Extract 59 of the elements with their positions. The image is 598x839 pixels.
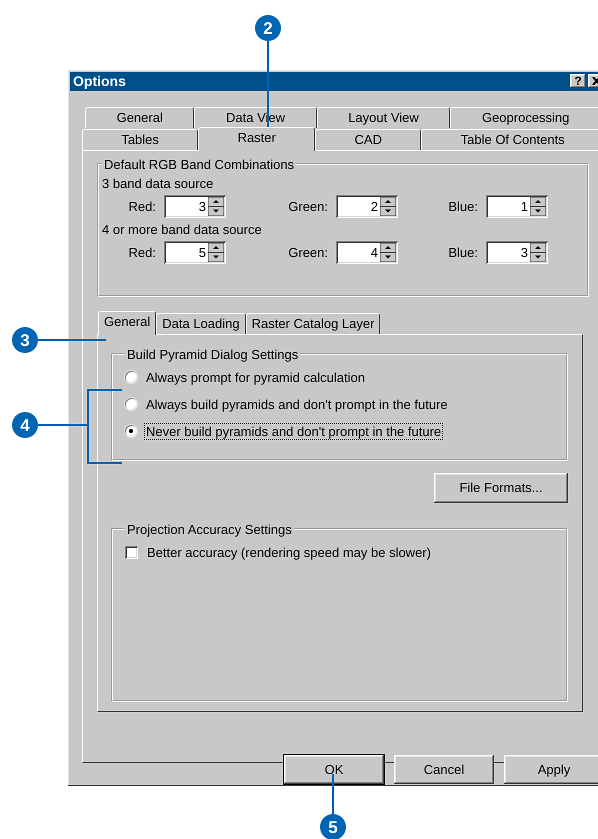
spinner-arrows[interactable] [380,196,396,216]
dialog-button[interactable]: Apply [504,755,598,784]
file-formats-button[interactable]: File Formats... [434,472,568,503]
field-label: Green: [288,198,328,214]
spinner-arrows[interactable] [530,242,546,262]
spinner-arrows[interactable] [208,242,224,262]
help-button[interactable]: ? [570,74,586,88]
radio-button[interactable] [125,398,137,410]
spin-field[interactable]: 2 [336,194,398,218]
field-label: Blue: [447,198,478,214]
field-value: 3 [198,198,207,216]
spinner-arrows[interactable] [530,196,546,216]
leader-line [332,774,334,814]
field-value: 2 [370,198,379,216]
tab[interactable]: Tables [82,128,198,150]
dialog-button[interactable]: Cancel [394,755,494,784]
field-label: Red: [128,198,156,214]
callout-number: 2 [255,15,281,41]
tab[interactable]: Data Loading [156,312,246,334]
spin-field[interactable]: 4 [336,240,398,264]
spin-field[interactable]: 3 [486,240,548,264]
window-title: Options [73,73,127,90]
spin-field[interactable]: 5 [164,240,226,264]
option-label[interactable]: Always build pyramids and don't prompt in the future [145,396,449,412]
tab[interactable]: Geoprocessing [450,106,598,128]
checkbox[interactable] [125,546,138,559]
radio-button[interactable] [125,425,137,438]
spin-field[interactable]: 3 [164,194,226,218]
group-title: Projection Accuracy Settings [126,522,293,537]
field-value: 1 [520,198,529,216]
callout-number: 3 [12,327,38,353]
field-label: Blue: [447,244,478,260]
tab[interactable]: Layout View [316,106,450,128]
field-value: 3 [520,244,529,262]
dialog-button[interactable]: OK [284,755,384,784]
field-label: Red: [128,244,156,260]
tab[interactable]: Table Of Contents [421,128,598,150]
tab[interactable]: General [85,106,194,128]
spinner-arrows[interactable] [380,242,396,262]
callout-number: 4 [12,412,38,438]
option-label[interactable]: Never build pyramids and don't prompt in the future [145,424,442,439]
callout-number: 5 [320,814,346,839]
field-label: Green: [288,244,328,260]
tab[interactable]: Raster Catalog Layer [246,312,380,334]
tab[interactable]: General [98,310,156,335]
leader-line [38,339,106,341]
tab[interactable]: Raster [198,126,316,151]
checkbox-label[interactable]: Better accuracy (rendering speed may be slower) [147,544,431,560]
section-label: 4 or more band data source [102,222,263,237]
option-label[interactable]: Always prompt for pyramid calculation [145,370,366,385]
field-value: 5 [198,244,207,262]
field-value: 4 [370,244,379,262]
radio-button[interactable] [125,371,137,384]
group-title: Default RGB Band Combinations [103,156,296,172]
spin-field[interactable]: 1 [486,194,548,218]
spinner-arrows[interactable] [208,196,224,216]
section-label: 3 band data source [102,176,214,191]
tab[interactable]: CAD [315,128,422,150]
group-title: Build Pyramid Dialog Settings [126,346,300,362]
